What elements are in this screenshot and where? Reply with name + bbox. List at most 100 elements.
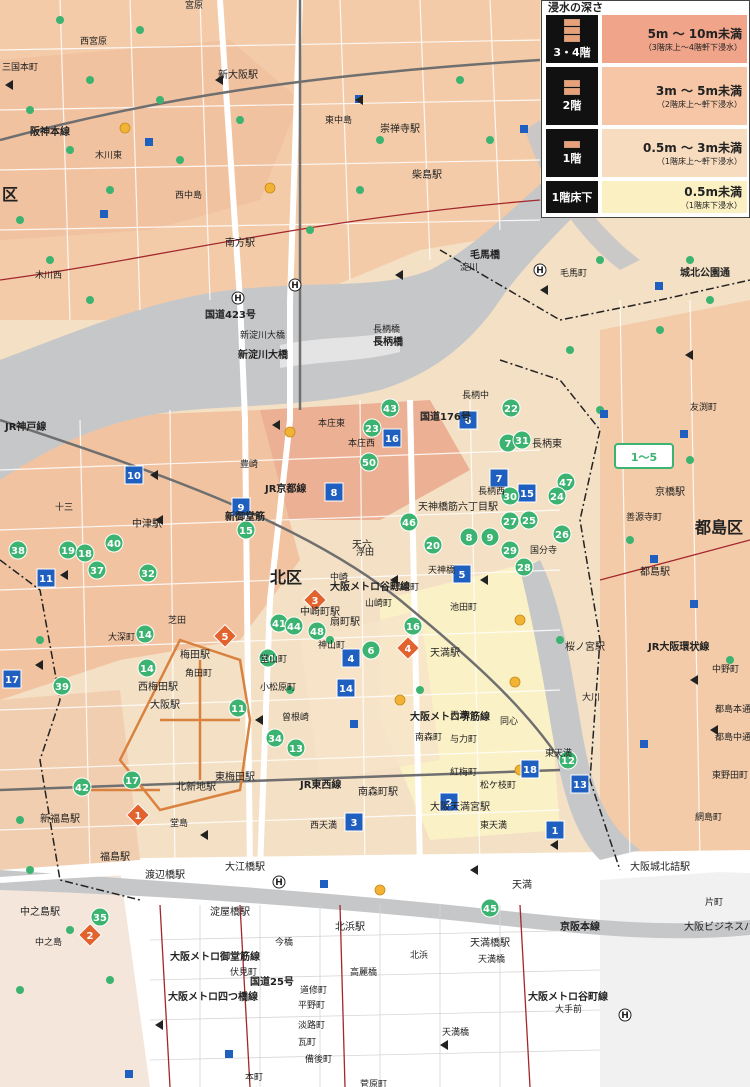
- legend-value: 5m ～ 10m未満 （3階床上～4階軒下浸水）: [602, 15, 747, 63]
- place-label: 宮原: [185, 0, 203, 11]
- legend-floor: 1階床下: [551, 191, 593, 204]
- place-label: 網島町: [695, 811, 722, 823]
- marker-number: 14: [140, 664, 154, 675]
- marker-number: 24: [550, 492, 564, 503]
- place-label: 豊崎: [240, 458, 258, 470]
- marker-number: 23: [365, 424, 379, 435]
- marker-number: 18: [523, 765, 537, 776]
- place-label: 長柄西: [478, 485, 505, 497]
- route-label: 阪神本線: [30, 125, 70, 138]
- route-label: 新御堂筋: [225, 510, 265, 523]
- station-label: 桜ノ宮駅: [565, 640, 605, 653]
- station-label: 大阪駅: [150, 698, 180, 711]
- station-label: 大阪天満宮駅: [430, 800, 490, 813]
- legend-row-2-floor: 2階 3m ～ 5m未満 （2階床上～軒下浸水）: [546, 67, 747, 125]
- station-label: 新福島駅: [40, 812, 80, 825]
- place-label: 木川東: [95, 149, 122, 161]
- station-label: 大江橋駅: [225, 860, 265, 873]
- marker-number: 8: [331, 488, 338, 499]
- place-label: 西天満: [310, 820, 337, 831]
- numbered-marker: 14: [336, 678, 356, 698]
- legend-key: 2階: [546, 67, 598, 125]
- legend-key: 1階床下: [546, 181, 598, 213]
- station-label: 崇禅寺駅: [380, 122, 420, 135]
- place-label: 木川西: [35, 269, 62, 281]
- place-label: 神山町: [318, 639, 345, 651]
- numbered-marker: 50: [359, 452, 379, 472]
- building-icon: [564, 79, 580, 95]
- legend-value: 0.5m ～ 3m未満 （1階床上～軒下浸水）: [602, 129, 747, 177]
- station-label: 南方駅: [225, 236, 255, 249]
- place-label: 瓦町: [298, 1037, 316, 1048]
- legend-depth: 0.5m ～ 3m未満: [643, 141, 742, 155]
- place-label: 小松原町: [260, 681, 296, 693]
- marker-number: 15: [239, 526, 253, 537]
- station-label: 天満橋駅: [470, 936, 510, 949]
- numbered-marker: 1: [545, 820, 565, 840]
- svg-text:H: H: [291, 281, 299, 291]
- place-label: 紅梅町: [450, 766, 477, 778]
- marker-number: 17: [5, 675, 19, 686]
- numbered-marker: 28: [514, 557, 534, 577]
- numbered-marker: 14: [135, 624, 155, 644]
- marker-number: 27: [503, 517, 517, 528]
- route-label: 国道25号: [250, 975, 294, 988]
- route-label: 大阪メトロ四つ橋線: [168, 990, 258, 1003]
- place-label: 池田町: [450, 601, 477, 613]
- place-label: 備後町: [305, 1053, 332, 1065]
- place-label: 西中島: [175, 189, 202, 201]
- place-label: 松ケ枝町: [480, 779, 516, 791]
- legend-value: 3m ～ 5m未満 （2階床上～軒下浸水）: [602, 67, 747, 125]
- numbered-marker: 26: [552, 524, 572, 544]
- legend-row-3-4-floor: 3・4階 5m ～ 10m未満 （3階床上～4階軒下浸水）: [546, 15, 747, 63]
- marker-number: 48: [310, 627, 324, 638]
- marker-number: 3: [312, 596, 319, 607]
- place-label: 中之島: [35, 936, 62, 948]
- numbered-marker: 44: [284, 616, 304, 636]
- ward-label-partial: 区: [2, 185, 18, 204]
- marker-number: 4: [348, 654, 355, 665]
- station-label: 北新地駅: [176, 780, 216, 793]
- marker-number: 31: [515, 436, 529, 447]
- numbered-marker: 15: [236, 520, 256, 540]
- numbered-marker: 16: [403, 616, 423, 636]
- svg-text:H: H: [536, 266, 544, 276]
- place-label: 今橋: [275, 936, 293, 948]
- numbered-marker: 24: [547, 486, 567, 506]
- place-label: 東中島: [325, 114, 352, 126]
- route-label: 国道423号: [205, 308, 256, 321]
- route-label: 毛馬橋: [470, 248, 501, 261]
- station-label: 東梅田駅: [215, 770, 255, 783]
- marker-number: 4: [405, 644, 412, 655]
- numbered-marker: 13: [286, 738, 306, 758]
- marker-number: 13: [573, 780, 587, 791]
- legend-depth: 0.5m未満: [684, 185, 742, 199]
- place-label: 大川: [582, 691, 600, 703]
- station-label: 中津駅: [132, 517, 162, 530]
- numbered-marker: 17: [122, 770, 142, 790]
- numbered-marker: 5: [452, 564, 472, 584]
- place-label: 中野町: [712, 663, 739, 675]
- numbered-marker: 29: [500, 540, 520, 560]
- marker-number: 46: [402, 518, 416, 529]
- place-label: 淡路町: [298, 1019, 325, 1031]
- station-label: 都島駅: [640, 565, 670, 578]
- station-label: 淀屋橋駅: [210, 905, 250, 918]
- place-label: 大深町: [108, 631, 135, 643]
- legend-depth: 3m ～ 5m未満: [655, 84, 742, 98]
- place-label: 新淀川大橋: [240, 329, 285, 341]
- legend-note: （1階床上～軒下浸水）: [656, 157, 742, 166]
- station-label: 天満: [512, 879, 532, 891]
- building-icon: [564, 140, 580, 148]
- legend-depth: 5m ～ 10m未満: [647, 27, 742, 41]
- place-label: 友渕町: [690, 401, 717, 413]
- place-label: 与力町: [450, 733, 477, 745]
- numbered-marker: 39: [52, 676, 72, 696]
- numbered-marker: 16: [382, 428, 402, 448]
- numbered-marker: 10: [124, 465, 144, 485]
- place-label: 南森町: [415, 731, 442, 743]
- numbered-marker: 8: [324, 482, 344, 502]
- place-label: 三国本町: [2, 61, 38, 73]
- place-label: 天満橋: [478, 953, 505, 965]
- numbered-marker: 32: [138, 563, 158, 583]
